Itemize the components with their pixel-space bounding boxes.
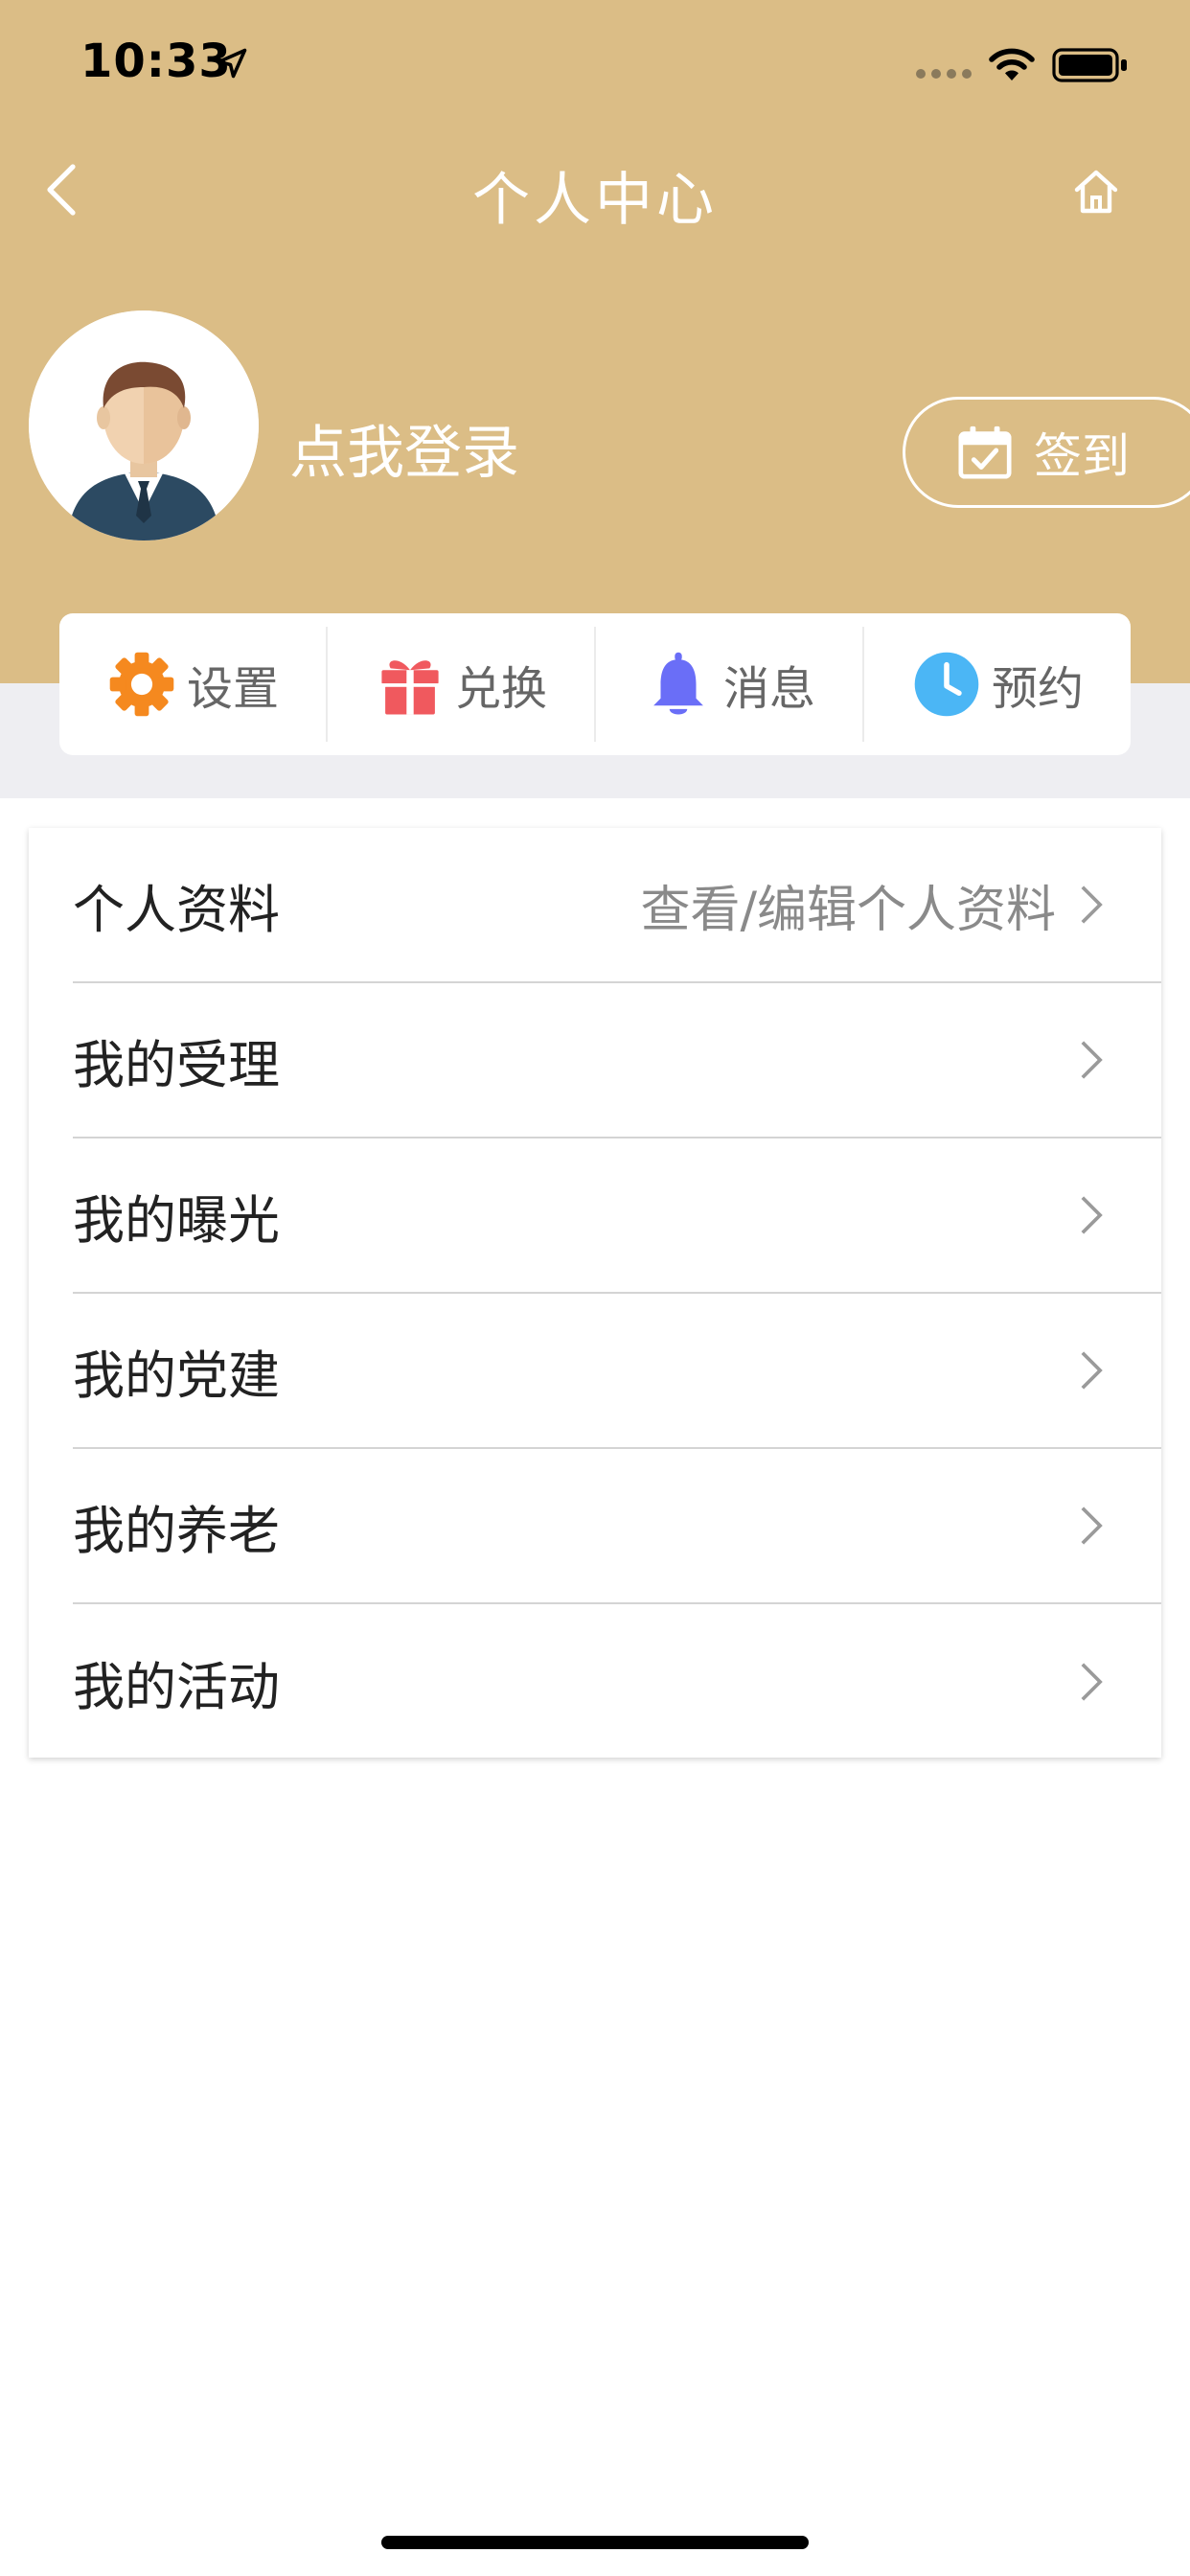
quick-action-exchange[interactable]: 兑换	[328, 627, 596, 742]
wifi-icon	[989, 48, 1035, 80]
menu-item-label: 我的受理	[73, 1034, 280, 1095]
chevron-right-icon	[1081, 1196, 1103, 1234]
checkin-label: 签到	[1034, 428, 1130, 484]
quick-actions-bar: 设置 兑换 消息 预约	[59, 613, 1131, 755]
checkin-button[interactable]: 签到	[903, 397, 1190, 508]
user-avatar-icon[interactable]	[29, 310, 259, 540]
gear-icon	[109, 652, 174, 717]
quick-action-label: 设置	[186, 662, 279, 716]
menu-item-label: 我的养老	[73, 1500, 280, 1561]
menu-list: 个人资料 查看/编辑个人资料 我的受理 我的曝光 我的党建 我的养老 我的活动	[29, 828, 1161, 1758]
page-title: 个人中心	[472, 167, 718, 234]
home-icon[interactable]	[1071, 167, 1121, 217]
chevron-right-icon	[1081, 1663, 1103, 1701]
home-indicator[interactable]	[381, 2536, 809, 2549]
menu-item-my-elderly-care[interactable]: 我的养老	[73, 1449, 1161, 1604]
quick-action-messages[interactable]: 消息	[596, 627, 864, 742]
quick-action-label: 预约	[991, 662, 1084, 716]
menu-item-my-activities[interactable]: 我的活动	[73, 1604, 1161, 1760]
chevron-right-icon	[1081, 886, 1103, 924]
menu-item-my-cases[interactable]: 我的受理	[73, 983, 1161, 1138]
menu-item-my-exposure[interactable]: 我的曝光	[73, 1138, 1161, 1294]
battery-icon	[1052, 48, 1127, 82]
chevron-right-icon	[1081, 1351, 1103, 1390]
menu-item-my-party-building[interactable]: 我的党建	[73, 1294, 1161, 1449]
menu-item-label: 我的活动	[73, 1656, 280, 1717]
signal-dots-icon	[916, 69, 972, 79]
calendar-check-icon	[958, 426, 1012, 479]
gift-icon	[381, 660, 439, 715]
login-prompt-link[interactable]: 点我登录	[289, 406, 519, 490]
bell-icon	[653, 652, 703, 715]
menu-item-label: 我的党建	[73, 1345, 280, 1406]
clock-icon	[914, 652, 979, 717]
menu-item-hint: 查看/编辑个人资料	[640, 881, 1056, 939]
menu-item-profile[interactable]: 个人资料 查看/编辑个人资料	[73, 828, 1161, 983]
chevron-right-icon	[1081, 1041, 1103, 1079]
status-time: 10:33	[80, 34, 232, 88]
quick-action-label: 消息	[722, 662, 815, 716]
chevron-right-icon	[1081, 1506, 1103, 1545]
location-arrow-icon	[217, 48, 247, 79]
quick-action-settings[interactable]: 设置	[59, 627, 328, 742]
menu-item-label: 个人资料	[73, 879, 280, 940]
quick-action-appointment[interactable]: 预约	[864, 627, 1131, 742]
menu-item-label: 我的曝光	[73, 1189, 280, 1251]
quick-action-label: 兑换	[454, 662, 547, 716]
